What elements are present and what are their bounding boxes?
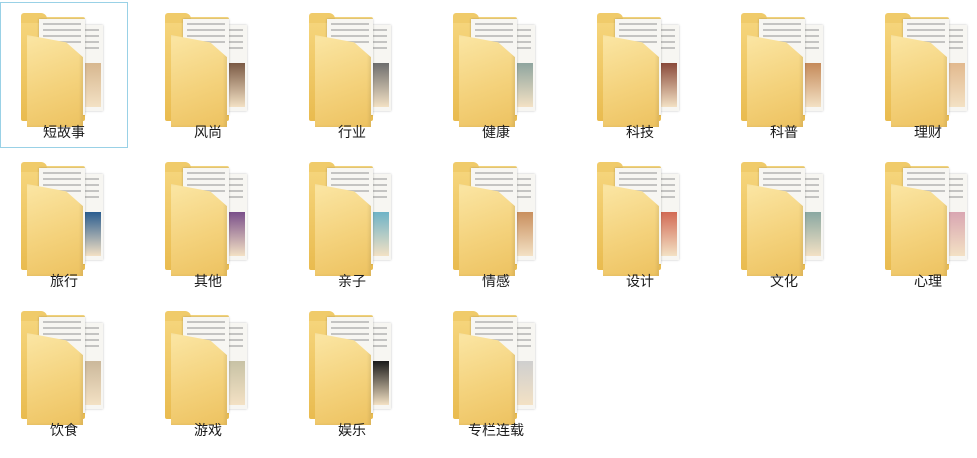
folder-label: 科普 bbox=[770, 125, 798, 141]
folder-label: 设计 bbox=[626, 274, 654, 290]
folder-item[interactable]: 文化 bbox=[720, 151, 848, 297]
folder-icon bbox=[453, 13, 541, 127]
folder-label: 专栏连载 bbox=[468, 423, 524, 439]
folder-item[interactable]: 设计 bbox=[576, 151, 704, 297]
folder-item[interactable]: 亲子 bbox=[288, 151, 416, 297]
folder-icon bbox=[309, 13, 397, 127]
folder-icon bbox=[21, 311, 109, 425]
folder-label: 理财 bbox=[914, 125, 942, 141]
folder-label: 其他 bbox=[194, 274, 222, 290]
folder-label: 饮食 bbox=[50, 423, 78, 439]
folder-label: 亲子 bbox=[338, 274, 366, 290]
folder-icon bbox=[453, 162, 541, 276]
folder-icon bbox=[885, 162, 973, 276]
folder-icon bbox=[741, 162, 829, 276]
folder-label: 游戏 bbox=[194, 423, 222, 439]
folder-icon bbox=[21, 162, 109, 276]
folder-icon bbox=[309, 162, 397, 276]
folder-icon bbox=[885, 13, 973, 127]
folder-label: 行业 bbox=[338, 125, 366, 141]
folder-label: 科技 bbox=[626, 125, 654, 141]
folder-icon bbox=[453, 311, 541, 425]
folder-icon bbox=[597, 162, 685, 276]
folder-item[interactable]: 心理 bbox=[864, 151, 977, 297]
folder-item[interactable]: 理财 bbox=[864, 2, 977, 148]
folder-label: 文化 bbox=[770, 274, 798, 290]
folder-icon bbox=[165, 13, 253, 127]
folder-item[interactable]: 娱乐 bbox=[288, 300, 416, 446]
folder-item[interactable]: 情感 bbox=[432, 151, 560, 297]
folder-item[interactable]: 饮食 bbox=[0, 300, 128, 446]
folder-item[interactable]: 其他 bbox=[144, 151, 272, 297]
folder-icon bbox=[597, 13, 685, 127]
folder-item[interactable]: 风尚 bbox=[144, 2, 272, 148]
folder-label: 娱乐 bbox=[338, 423, 366, 439]
folder-grid: 短故事 风尚 行业 健康 科技 科普 理财旅行 其他 亲子 情感 设计 文化 心理饮食 游戏 娱乐 专栏连载 bbox=[0, 0, 977, 458]
folder-item[interactable]: 科普 bbox=[720, 2, 848, 148]
folder-label: 情感 bbox=[482, 274, 510, 290]
folder-label: 旅行 bbox=[50, 274, 78, 290]
folder-item[interactable]: 科技 bbox=[576, 2, 704, 148]
folder-item[interactable]: 健康 bbox=[432, 2, 560, 148]
folder-label: 健康 bbox=[482, 125, 510, 141]
folder-icon bbox=[309, 311, 397, 425]
folder-item[interactable]: 行业 bbox=[288, 2, 416, 148]
folder-label: 心理 bbox=[914, 274, 942, 290]
folder-label: 短故事 bbox=[43, 125, 85, 141]
folder-icon bbox=[21, 13, 109, 127]
folder-item[interactable]: 游戏 bbox=[144, 300, 272, 446]
folder-icon bbox=[741, 13, 829, 127]
folder-item[interactable]: 专栏连载 bbox=[432, 300, 560, 446]
folder-item[interactable]: 短故事 bbox=[0, 2, 128, 148]
folder-item[interactable]: 旅行 bbox=[0, 151, 128, 297]
folder-label: 风尚 bbox=[194, 125, 222, 141]
folder-icon bbox=[165, 311, 253, 425]
folder-icon bbox=[165, 162, 253, 276]
